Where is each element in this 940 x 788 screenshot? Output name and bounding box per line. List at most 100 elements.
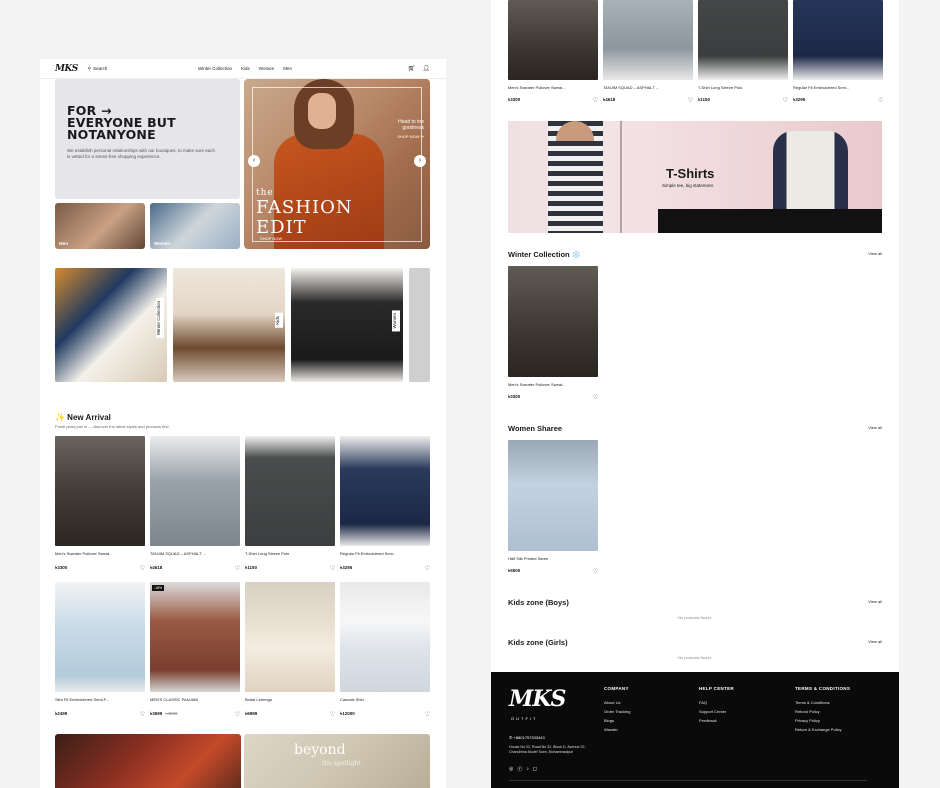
strip-card-kids[interactable]: Kids [173, 268, 285, 382]
product-image [508, 0, 598, 80]
category-strip: Winter Collection Kids Women [55, 268, 430, 382]
chevron-left-icon[interactable]: ‹ [248, 155, 260, 167]
heart-icon[interactable]: ♡ [593, 568, 598, 575]
product-image [793, 0, 883, 80]
product-card[interactable]: Casuals Shirt ৳12000 ♡ [340, 582, 430, 718]
heart-icon[interactable]: ♡ [425, 565, 430, 572]
nav-item-women[interactable]: Women [259, 66, 274, 71]
footer-logo-tagline: OUTFIT [511, 716, 538, 721]
footer-link[interactable]: Wander [604, 725, 630, 734]
nav-item-winter-collection[interactable]: Winter Collection [198, 66, 232, 71]
banner-shop-now[interactable]: SHOP NOW [260, 236, 282, 241]
facebook-icon[interactable]: ⓕ [517, 766, 522, 773]
tshirts-banner[interactable]: T-Shirts Simple tee, big statement. [508, 121, 882, 233]
nav-item-men[interactable]: Men [283, 66, 292, 71]
hero-paragraph: We establish personal relationships with… [67, 148, 215, 159]
kids-girls-view-all-link[interactable]: View all [868, 639, 882, 644]
instagram-icon[interactable]: ◻ [533, 766, 537, 773]
heart-icon[interactable]: ♡ [593, 97, 598, 104]
heart-icon[interactable]: ♡ [235, 565, 240, 572]
site-logo[interactable]: MKS [55, 64, 78, 74]
heart-icon[interactable]: ♡ [235, 711, 240, 718]
strip-card-women[interactable]: Women [291, 268, 403, 382]
canvas: MKS ⚲ Search Winter Collection Kids Wome… [0, 0, 940, 788]
product-image [55, 436, 145, 546]
kids-boys-empty: No products found. [678, 615, 712, 620]
product-card[interactable]: T-Shirt Long Sleeve Polo ৳1150 ♡ [245, 436, 335, 572]
product-card[interactable]: TANJIM SQUAD – ASPHALT ... ৳4618 ♡ [603, 0, 693, 104]
tiktok-icon[interactable]: ♪ [526, 766, 529, 773]
product-image [508, 266, 598, 377]
beyond-subtitle: the spotlight [322, 760, 361, 767]
product-card[interactable]: -18% MEN'S CLASSIC PANJABI ৳3699 ৳4500 ♡ [150, 582, 240, 718]
header-icons: 🛒︎ 👤︎ [408, 65, 430, 72]
search-icon: ⚲ [87, 65, 92, 71]
footer-link[interactable]: Terms & Conditions [795, 698, 850, 707]
sharee-view-all-link[interactable]: View all [868, 425, 882, 430]
chevron-right-icon[interactable]: › [414, 155, 426, 167]
nav-item-kids[interactable]: Kids [241, 66, 250, 71]
search-button[interactable]: ⚲ Search [88, 66, 108, 72]
banner-side-cta[interactable]: SHOP NOW ➔ [397, 134, 424, 140]
hero-heading: FOR → EVERYONE BUT NOTANYONE [67, 103, 176, 142]
heart-icon[interactable]: ♡ [140, 565, 145, 572]
new-arrival-title: ✨ New Arrival [55, 413, 111, 422]
category-tile-women[interactable]: Women [150, 203, 240, 249]
tshirts-banner-subtitle: Simple tee, big statement. [662, 183, 715, 188]
product-card[interactable]: Men's Sweater Pullover Sweat... ৳3300 ♡ [508, 0, 598, 104]
hero-banner-fashion-edit[interactable]: Head to toe goodness SHOP NOW ➔ the FASH… [244, 79, 430, 249]
footer-link[interactable]: Order Tracking [604, 707, 630, 716]
homepage-top-panel: MKS ⚲ Search Winter Collection Kids Wome… [40, 59, 446, 788]
heart-icon[interactable]: ♡ [783, 97, 788, 104]
winter-view-all-link[interactable]: View all [868, 251, 882, 256]
product-card[interactable]: Slim Fit Embroidered Semi-F... ৳2499 ♡ [55, 582, 145, 718]
promo-banner-left[interactable] [55, 734, 241, 788]
heart-icon[interactable]: ♡ [688, 97, 693, 104]
footer-logo[interactable]: MKS [509, 686, 566, 712]
footer-link[interactable]: Feedback [699, 716, 734, 725]
heart-icon[interactable]: ♡ [140, 711, 145, 718]
site-header: MKS ⚲ Search Winter Collection Kids Wome… [40, 59, 446, 79]
heart-icon[interactable]: ♡ [330, 565, 335, 572]
footer-link[interactable]: About Us [604, 698, 630, 707]
product-image [603, 0, 693, 80]
kids-girls-title: Kids zone (Girls) [508, 638, 568, 647]
footer-link[interactable]: FAQ [699, 698, 734, 707]
footer-link[interactable]: Support Center [699, 707, 734, 716]
winter-collection-title: Winter Collection ❄️ [508, 250, 582, 259]
product-card[interactable]: T-Shirt Long Sleeve Polo ৳1150 ♡ [698, 0, 788, 104]
product-image [698, 0, 788, 80]
product-card[interactable]: Regular Fit Embroidered Sem... ৳3295 ♡ [340, 436, 430, 572]
kids-boys-title: Kids zone (Boys) [508, 598, 569, 607]
product-card[interactable]: Men's Sweater Pullover Sweat... ৳3300 ♡ [55, 436, 145, 572]
heart-icon[interactable]: ♡ [593, 394, 598, 401]
cart-icon[interactable]: 🛒︎ [408, 65, 416, 72]
product-card[interactable]: Bridal Lehenga ৳6999 ♡ [245, 582, 335, 718]
new-arrival-subtitle: Fresh picks just in — discover the lates… [55, 424, 170, 429]
user-icon[interactable]: 👤︎ [422, 65, 430, 72]
product-card[interactable]: Men's Sweater Pullover Sweat... ৳3300 ♡ [508, 266, 598, 401]
heart-icon[interactable]: ♡ [425, 711, 430, 718]
banner-title: the FASHION EDIT [256, 188, 353, 238]
footer-link[interactable]: Blogs [604, 716, 630, 725]
product-card[interactable]: TANJIM SQUAD – ASPHALT ... ৳4618 ♡ [150, 436, 240, 572]
product-image [150, 436, 240, 546]
banner-side-text: Head to toe goodness SHOP NOW ➔ [397, 119, 424, 140]
product-card[interactable]: Regular Fit Embroidered Sem... ৳3295 ♡ [793, 0, 883, 104]
product-image [340, 582, 430, 692]
footer-link[interactable]: Return & Exchange Policy [795, 725, 850, 734]
site-footer: MKS OUTFIT ✆ +8801757333443 House No 02,… [491, 672, 899, 788]
footer-link[interactable]: Refund Policy [795, 707, 850, 716]
whatsapp-icon[interactable]: ◎ [509, 766, 513, 773]
strip-card-winter-collection[interactable]: Winter Collection [55, 268, 167, 382]
promo-banner-beyond[interactable]: beyond the spotlight [244, 734, 430, 788]
homepage-bottom-panel: Men's Sweater Pullover Sweat... ৳3300 ♡ T… [491, 0, 899, 788]
kids-boys-view-all-link[interactable]: View all [868, 599, 882, 604]
heart-icon[interactable]: ♡ [878, 97, 883, 104]
heart-icon[interactable]: ♡ [330, 711, 335, 718]
product-card[interactable]: Half Silk Printed Saree ৳5500 ♡ [508, 440, 598, 575]
category-tile-men[interactable]: Men [55, 203, 145, 249]
discount-badge: -18% [152, 585, 165, 591]
footer-link[interactable]: Privacy Policy [795, 716, 850, 725]
product-image [55, 582, 145, 692]
